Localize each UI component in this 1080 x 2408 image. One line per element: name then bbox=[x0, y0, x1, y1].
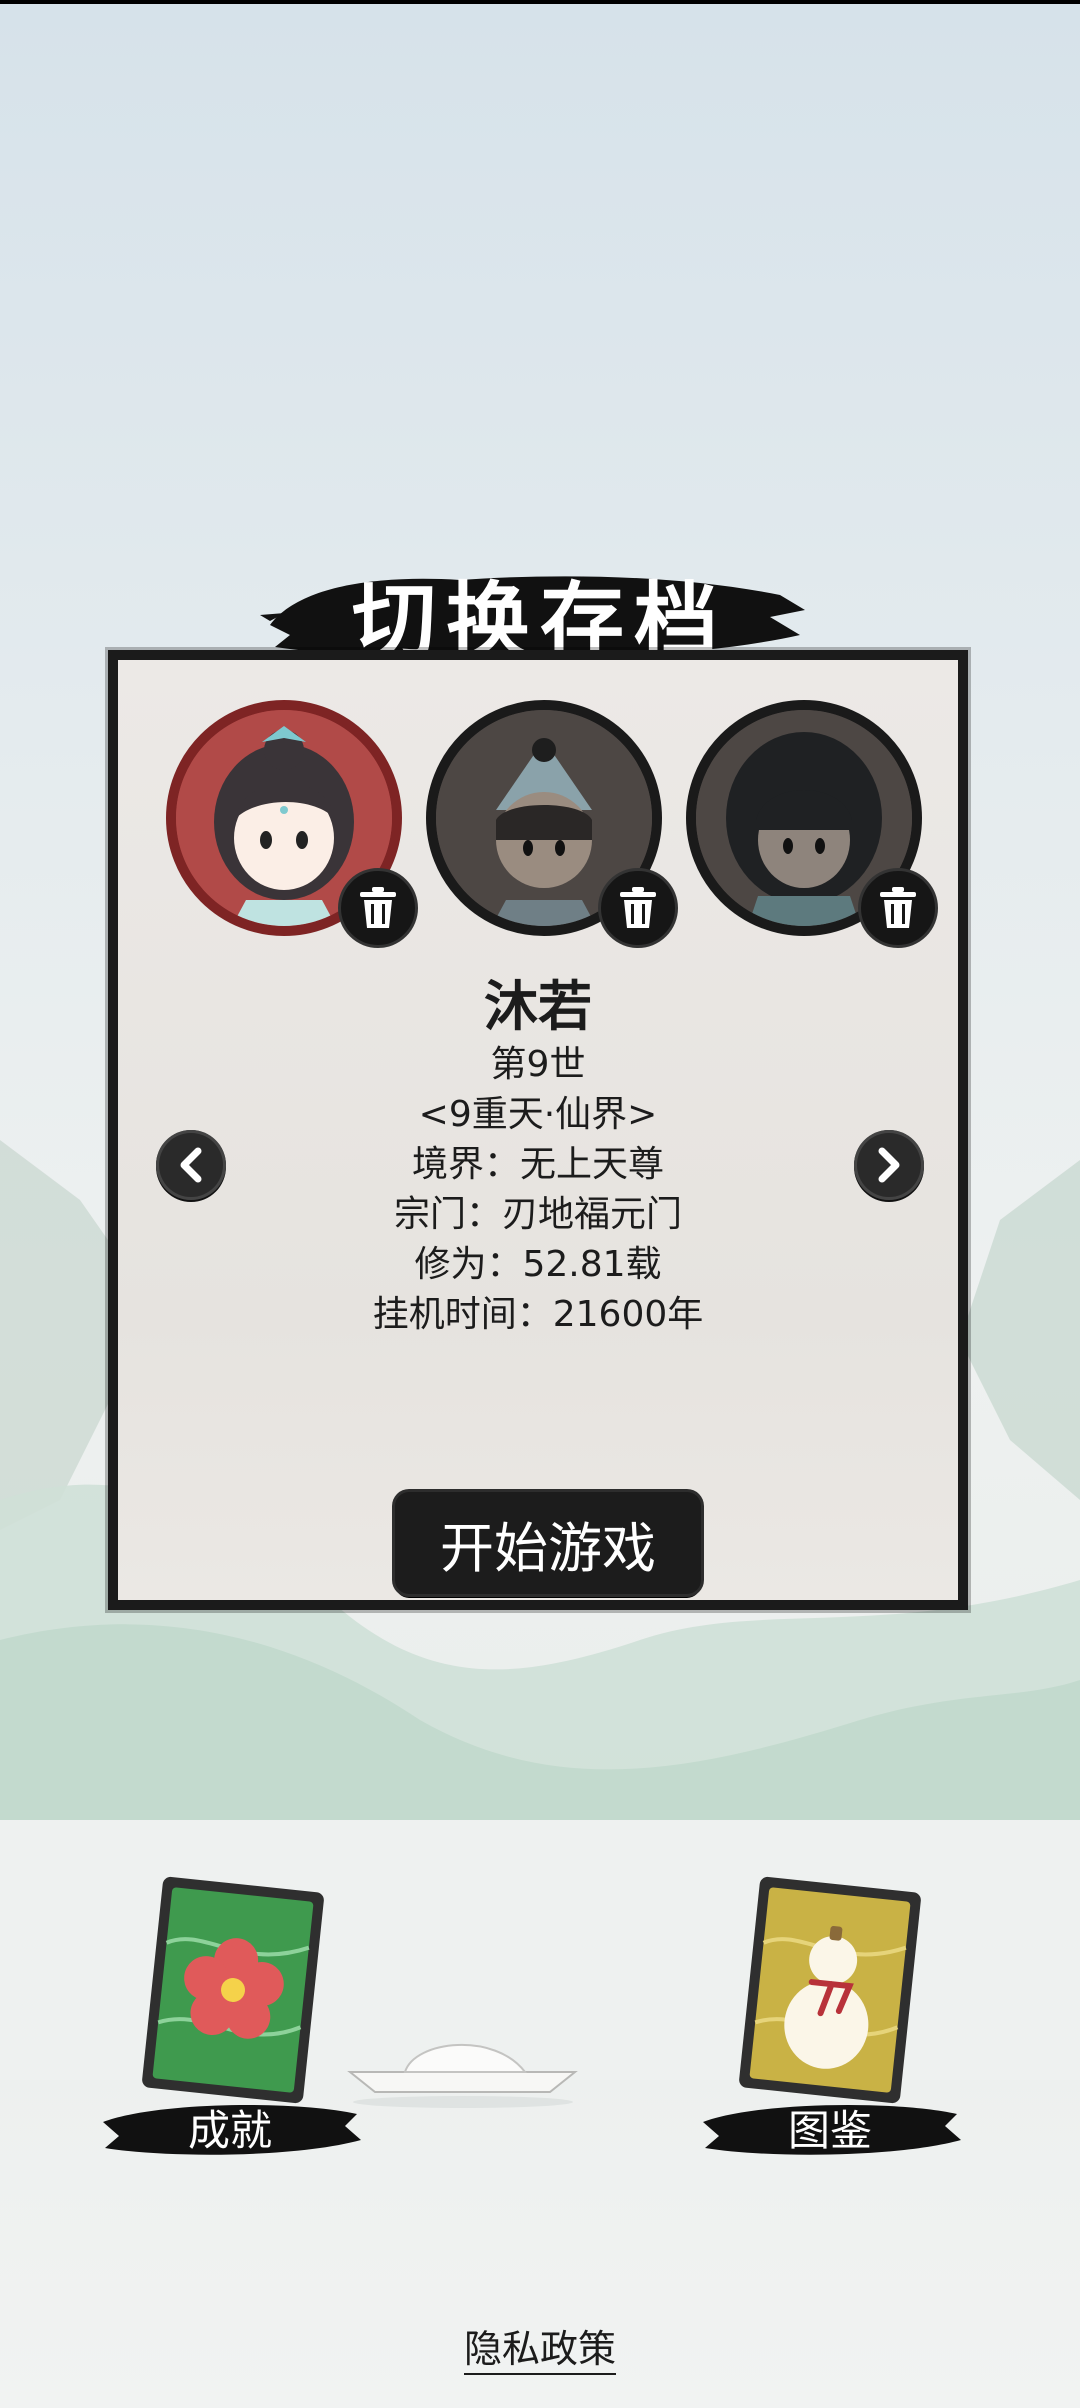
chevron-right-icon bbox=[878, 1147, 900, 1183]
idle-time-text: 挂机时间：21600年 bbox=[372, 1294, 704, 1335]
status-bar bbox=[0, 0, 1080, 4]
atlas-card[interactable] bbox=[734, 1872, 926, 2109]
trash-icon bbox=[880, 887, 916, 928]
achievements-label: 成就 bbox=[187, 2105, 272, 2155]
privacy-policy-label[interactable]: 隐私政策 bbox=[463, 2327, 616, 2375]
character-name: 沐若 bbox=[484, 975, 592, 1038]
delete-save-2-button[interactable] bbox=[598, 868, 678, 948]
trash-icon bbox=[620, 887, 656, 928]
atlas-button[interactable]: 图鉴 bbox=[695, 2092, 965, 2162]
realm-world-text: <9重天·仙界> bbox=[418, 1094, 658, 1135]
achievements-button[interactable]: 成就 bbox=[95, 2092, 365, 2162]
next-save-button[interactable] bbox=[854, 1130, 924, 1200]
boat-illustration bbox=[347, 2043, 578, 2108]
sect-text: 宗门：刃地福元门 bbox=[393, 1194, 682, 1235]
save-panel: 沐若 第9世 <9重天·仙界> 境界：无上天尊 宗门：刃地福元门 修为：52.8… bbox=[108, 650, 968, 1610]
cultivation-text: 修为：52.81载 bbox=[414, 1244, 662, 1285]
cultivation-level-text: 境界：无上天尊 bbox=[411, 1144, 664, 1185]
privacy-policy-link[interactable]: 隐私政策 bbox=[0, 2318, 1080, 2375]
atlas-label: 图鉴 bbox=[787, 2105, 872, 2155]
generation-text: 第9世 bbox=[490, 1044, 586, 1085]
achievements-card[interactable] bbox=[137, 1872, 329, 2109]
previous-save-button[interactable] bbox=[156, 1130, 226, 1200]
start-game-button[interactable]: 开始游戏 bbox=[395, 1492, 701, 1594]
delete-save-3-button[interactable] bbox=[858, 868, 938, 948]
chevron-left-icon bbox=[180, 1147, 202, 1183]
trash-icon bbox=[360, 887, 396, 928]
delete-save-1-button[interactable] bbox=[338, 868, 418, 948]
